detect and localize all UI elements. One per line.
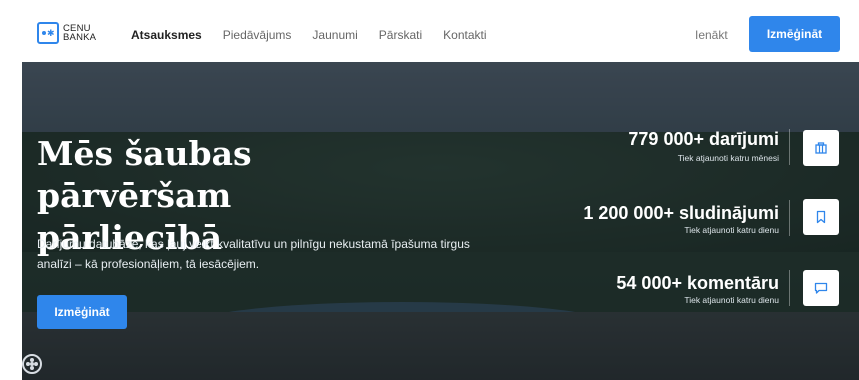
stat-deals-value: 779 000+ darījumi — [628, 129, 779, 149]
top-navigation: CENU BANKA Atsauksmes Piedāvājums Jaunum… — [0, 0, 859, 62]
stat-deals-button[interactable] — [803, 130, 839, 166]
stat-deals-caption: Tiek atjaunoti katru mēnesi — [677, 153, 779, 163]
stat-listings-value: 1 200 000+ sludinājumi — [583, 203, 779, 223]
login-link[interactable]: Ienākt — [695, 28, 728, 42]
nav-item-jaunumi[interactable]: Jaunumi — [312, 28, 357, 42]
logo-text: CENU BANKA — [63, 23, 97, 43]
stat-comments-button[interactable] — [803, 270, 839, 306]
hero-subtitle-line-1: Darījumu datubāze, kas ļauj veikt kvalit… — [37, 237, 470, 251]
logo[interactable]: CENU BANKA — [37, 22, 96, 44]
nav-item-atsauksmes[interactable]: Atsauksmes — [131, 28, 202, 42]
building-icon — [815, 142, 827, 154]
stat-listings-button[interactable] — [803, 199, 839, 235]
logo-line-2: BANKA — [63, 32, 97, 43]
nav-item-kontakti[interactable]: Kontakti — [443, 28, 486, 42]
stat-listings-caption: Tiek atjaunoti katru dienu — [684, 225, 779, 235]
stat-divider — [789, 200, 790, 236]
hero-subtitle-line-2: analīzi – kā profesionāļiem, tā iesācēji… — [37, 257, 260, 271]
try-button-hero[interactable]: Izmēģināt — [37, 295, 127, 329]
stat-comments-value: 54 000+ komentāru — [616, 273, 779, 293]
bookmark-icon — [816, 210, 826, 224]
nav-item-parskati[interactable]: Pārskati — [379, 28, 422, 42]
try-button-header[interactable]: Izmēģināt — [749, 16, 840, 52]
comment-icon — [814, 282, 828, 294]
main-menu: Atsauksmes Piedāvājums Jaunumi Pārskati … — [131, 28, 508, 42]
stat-divider — [789, 270, 790, 306]
logo-mark-icon — [37, 22, 59, 44]
stat-divider — [789, 129, 790, 165]
settings-widget-icon[interactable] — [22, 354, 42, 374]
stat-comments-caption: Tiek atjaunoti katru dienu — [684, 295, 779, 305]
hero-subtitle: Darījumu datubāze, kas ļauj veikt kvalit… — [37, 234, 477, 274]
hero-title-line-1: Mēs šaubas pārvēršam — [37, 134, 252, 215]
nav-item-piedavajums[interactable]: Piedāvājums — [223, 28, 292, 42]
